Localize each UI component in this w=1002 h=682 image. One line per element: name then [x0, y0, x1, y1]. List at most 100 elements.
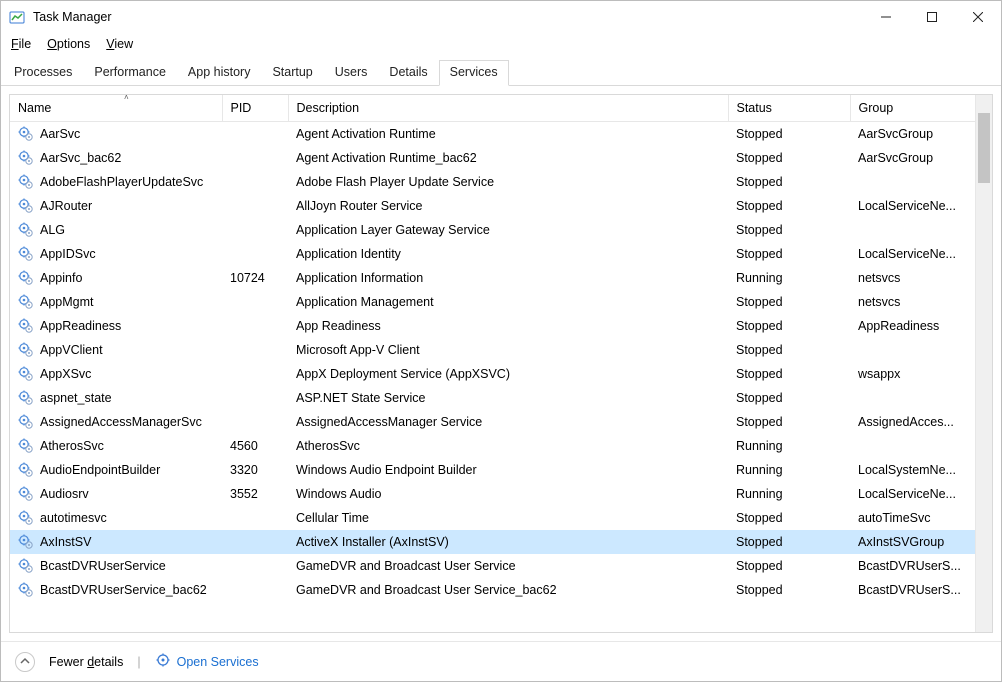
column-header-group[interactable]: Group — [850, 95, 992, 122]
service-row[interactable]: Audiosrv3552Windows AudioRunningLocalSer… — [10, 482, 992, 506]
close-button[interactable] — [955, 1, 1001, 33]
service-row[interactable]: AdobeFlashPlayerUpdateSvcAdobe Flash Pla… — [10, 170, 992, 194]
service-row[interactable]: AJRouterAllJoyn Router ServiceStoppedLoc… — [10, 194, 992, 218]
tab-processes[interactable]: Processes — [3, 60, 83, 86]
service-status: Running — [728, 482, 850, 506]
titlebar: Task Manager — [1, 1, 1001, 33]
tab-details[interactable]: Details — [378, 60, 438, 86]
tab-app-history[interactable]: App history — [177, 60, 262, 86]
service-gear-icon — [18, 126, 34, 142]
service-pid — [222, 362, 288, 386]
open-services-link[interactable]: Open Services — [177, 655, 259, 669]
service-name-cell[interactable]: AdobeFlashPlayerUpdateSvc — [10, 170, 222, 194]
service-pid — [222, 530, 288, 554]
menu-view[interactable]: View — [106, 37, 133, 51]
service-row[interactable]: AxInstSVActiveX Installer (AxInstSV)Stop… — [10, 530, 992, 554]
service-name-cell[interactable]: AppMgmt — [10, 290, 222, 314]
service-name-cell[interactable]: AarSvc — [10, 122, 222, 146]
service-row[interactable]: AppIDSvcApplication IdentityStoppedLocal… — [10, 242, 992, 266]
column-header-status[interactable]: Status — [728, 95, 850, 122]
service-name-cell[interactable]: BcastDVRUserService — [10, 554, 222, 578]
service-pid — [222, 314, 288, 338]
service-name-cell[interactable]: autotimesvc — [10, 506, 222, 530]
service-name-cell[interactable]: AxInstSV — [10, 530, 222, 554]
service-pid — [222, 338, 288, 362]
service-name-cell[interactable]: AssignedAccessManagerSvc — [10, 410, 222, 434]
service-pid — [222, 410, 288, 434]
service-row[interactable]: AppReadinessApp ReadinessStoppedAppReadi… — [10, 314, 992, 338]
service-gear-icon — [18, 390, 34, 406]
service-status: Stopped — [728, 290, 850, 314]
service-name: AarSvc_bac62 — [40, 151, 121, 165]
service-row[interactable]: AarSvc_bac62Agent Activation Runtime_bac… — [10, 146, 992, 170]
column-header-row: Name ˄ PID Description Status Group — [10, 95, 992, 122]
service-description: App Readiness — [288, 314, 728, 338]
service-row[interactable]: AudioEndpointBuilder3320Windows Audio En… — [10, 458, 992, 482]
service-status: Stopped — [728, 170, 850, 194]
service-gear-icon — [18, 174, 34, 190]
window-controls — [863, 1, 1001, 33]
minimize-button[interactable] — [863, 1, 909, 33]
service-name-cell[interactable]: AJRouter — [10, 194, 222, 218]
menu-options[interactable]: Options — [47, 37, 90, 51]
tab-startup[interactable]: Startup — [261, 60, 323, 86]
service-group: BcastDVRUserS... — [850, 554, 992, 578]
service-row[interactable]: BcastDVRUserService_bac62GameDVR and Bro… — [10, 578, 992, 602]
service-pid: 3552 — [222, 482, 288, 506]
service-name-cell[interactable]: AtherosSvc — [10, 434, 222, 458]
service-name-cell[interactable]: ALG — [10, 218, 222, 242]
service-row[interactable]: AppMgmtApplication ManagementStoppednets… — [10, 290, 992, 314]
menu-file[interactable]: File — [11, 37, 31, 51]
service-description: AtherosSvc — [288, 434, 728, 458]
service-description: Agent Activation Runtime — [288, 122, 728, 147]
service-pid: 3320 — [222, 458, 288, 482]
service-status: Stopped — [728, 410, 850, 434]
vertical-scrollbar[interactable] — [975, 95, 992, 632]
service-pid — [222, 122, 288, 147]
service-row[interactable]: Appinfo10724Application InformationRunni… — [10, 266, 992, 290]
service-name-cell[interactable]: AppReadiness — [10, 314, 222, 338]
service-name-cell[interactable]: AarSvc_bac62 — [10, 146, 222, 170]
service-name-cell[interactable]: AppXSvc — [10, 362, 222, 386]
service-name-cell[interactable]: Appinfo — [10, 266, 222, 290]
service-row[interactable]: autotimesvcCellular TimeStoppedautoTimeS… — [10, 506, 992, 530]
service-name: BcastDVRUserService_bac62 — [40, 583, 207, 597]
service-pid — [222, 242, 288, 266]
maximize-button[interactable] — [909, 1, 955, 33]
service-row[interactable]: AtherosSvc4560AtherosSvcRunning — [10, 434, 992, 458]
service-name-cell[interactable]: Audiosrv — [10, 482, 222, 506]
collapse-chevron-icon[interactable] — [15, 652, 35, 672]
service-name-cell[interactable]: BcastDVRUserService_bac62 — [10, 578, 222, 602]
service-row[interactable]: AarSvcAgent Activation RuntimeStoppedAar… — [10, 122, 992, 147]
scrollbar-thumb[interactable] — [978, 113, 990, 183]
service-name: Audiosrv — [40, 487, 89, 501]
service-row[interactable]: AppXSvc AppX Deployment Service (AppXSVC)… — [10, 362, 992, 386]
service-description: GameDVR and Broadcast User Service — [288, 554, 728, 578]
service-row[interactable]: AppVClientMicrosoft App-V ClientStopped — [10, 338, 992, 362]
service-row[interactable]: aspnet_stateASP.NET State ServiceStopped — [10, 386, 992, 410]
tab-users[interactable]: Users — [324, 60, 379, 86]
service-name-cell[interactable]: aspnet_state — [10, 386, 222, 410]
service-row[interactable]: AssignedAccessManagerSvc AssignedAccessMa… — [10, 410, 992, 434]
service-description: ActiveX Installer (AxInstSV) — [288, 530, 728, 554]
app-icon — [9, 9, 25, 25]
service-row[interactable]: ALGApplication Layer Gateway ServiceStop… — [10, 218, 992, 242]
services-grid-wrap: Name ˄ PID Description Status Group AarS… — [9, 94, 993, 633]
tab-performance[interactable]: Performance — [83, 60, 177, 86]
service-description: AssignedAccessManager Service — [288, 410, 728, 434]
fewer-details-link[interactable]: Fewer details — [49, 655, 123, 669]
service-status: Stopped — [728, 578, 850, 602]
services-grid[interactable]: Name ˄ PID Description Status Group AarS… — [10, 95, 992, 632]
service-gear-icon — [18, 414, 34, 430]
service-description: AppX Deployment Service (AppXSVC) — [288, 362, 728, 386]
service-gear-icon — [18, 462, 34, 478]
tab-services[interactable]: Services — [439, 60, 509, 86]
column-header-name[interactable]: Name ˄ — [10, 95, 222, 122]
column-header-pid[interactable]: PID — [222, 95, 288, 122]
service-name-cell[interactable]: AudioEndpointBuilder — [10, 458, 222, 482]
service-row[interactable]: BcastDVRUserService GameDVR and Broadcast… — [10, 554, 992, 578]
service-gear-icon — [18, 246, 34, 262]
column-header-desc[interactable]: Description — [288, 95, 728, 122]
service-name-cell[interactable]: AppVClient — [10, 338, 222, 362]
service-name-cell[interactable]: AppIDSvc — [10, 242, 222, 266]
